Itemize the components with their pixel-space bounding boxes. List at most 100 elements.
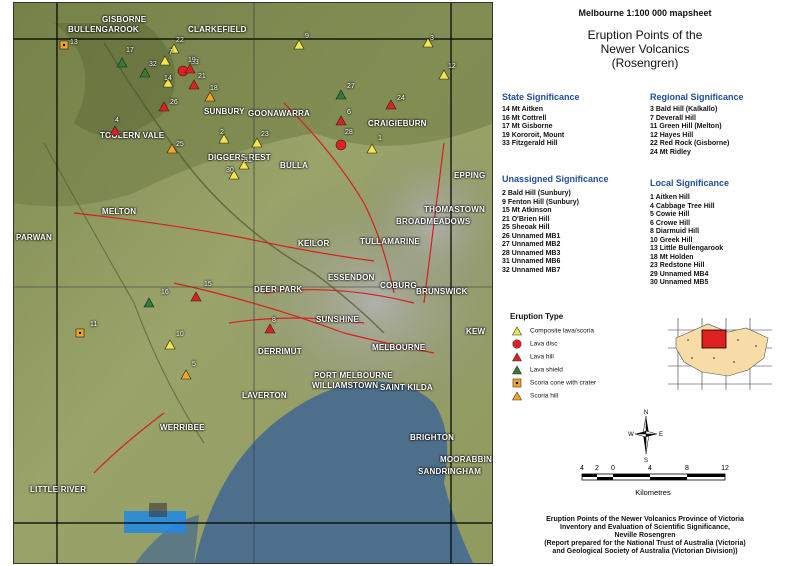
significance-entry: 6 Crowe Hill	[650, 219, 691, 227]
significance-entry: 9 Fenton Hill (Sunbury)	[502, 198, 579, 206]
eruption-point-marker[interactable]	[293, 39, 305, 50]
significance-entry: 3 Bald Hill (Kalkallo)	[650, 106, 718, 113]
eruption-point-number: 12	[448, 63, 456, 70]
triangle-symbol-icon	[511, 352, 523, 362]
legend-label: Scoria cone with crater	[530, 379, 597, 387]
eruption-point-number: 30	[226, 167, 234, 174]
significance-entry: 25 Sheoak Hill	[502, 224, 550, 231]
scale-tick-label: 12	[721, 465, 729, 472]
significance-entry: 29 Unnamed MB4	[650, 270, 709, 278]
eruption-point-marker[interactable]	[59, 40, 69, 50]
eruption-points-layer	[59, 37, 450, 380]
eruption-point-number: 2	[220, 129, 224, 136]
eruption-point-number: 25	[176, 141, 184, 148]
legend-label: Lava hill	[530, 353, 554, 361]
eruption-point-number: 6	[347, 109, 351, 116]
triangle-symbol-icon	[511, 326, 523, 336]
significance-entry: 5 Cowie Hill	[650, 211, 690, 218]
state-significance-heading: State Significance	[502, 92, 580, 102]
eruption-point-marker[interactable]	[204, 91, 216, 102]
significance-entry: 15 Mt Atkinson	[502, 207, 552, 214]
eruption-point-number: 3	[430, 35, 434, 42]
eruption-point-marker[interactable]	[164, 339, 176, 350]
eruption-point-marker[interactable]	[385, 99, 397, 110]
eruption-point-marker[interactable]	[159, 55, 171, 66]
significance-entry: 21 O'Brien Hill	[502, 215, 550, 223]
unassigned-significance-heading: Unassigned Significance	[502, 174, 609, 184]
map-panel[interactable]: GISBORNE BULLENGAROOK CLARKEFIELD SUNBUR…	[13, 2, 493, 564]
north-arrow-icon: N S W E	[628, 410, 663, 463]
scale-bar: 4 2 0 4 8 12 Kilometres	[580, 465, 729, 497]
eruption-point-marker[interactable]	[335, 115, 347, 126]
significance-entry: 32 Unnamed MB7	[502, 266, 561, 274]
scale-tick-label: 0	[611, 465, 615, 472]
significance-entry: 27 Unnamed MB2	[502, 241, 561, 248]
eruption-point-number: 8	[272, 317, 276, 324]
scale-tick-label: 8	[685, 465, 689, 472]
eruption-point-marker[interactable]	[109, 125, 121, 136]
eruption-point-marker[interactable]	[188, 79, 200, 90]
eruption-point-number: 5	[192, 361, 196, 368]
legend-label: Lava disc	[530, 340, 558, 348]
significance-entry: 23 Redstone Hill	[650, 262, 705, 269]
eruption-point-number: 15	[204, 281, 212, 288]
svg-text:W: W	[628, 432, 634, 438]
scale-unit: Kilometres	[635, 488, 671, 497]
eruption-point-number: 11	[90, 321, 98, 328]
local-significance-list: 1 Aitken Hill 4 Cabbage Tree Hill 5 Cowie …	[650, 194, 723, 288]
eruption-point-number: 14	[164, 75, 172, 82]
svg-text:E: E	[659, 432, 663, 438]
eruption-point-marker[interactable]	[139, 67, 151, 78]
legend-title: Eruption Type	[510, 312, 564, 321]
circle-symbol-icon	[512, 339, 522, 349]
legend-item: Lava disc	[512, 339, 557, 349]
square-dot-symbol-icon	[512, 378, 522, 388]
location-inset-map	[668, 318, 772, 390]
eruption-point-number: 26	[170, 99, 178, 106]
legend-item: Composite lava/scoria	[511, 326, 594, 336]
eruption-point-marker[interactable]	[190, 291, 202, 302]
eruption-point-marker[interactable]	[335, 139, 347, 151]
local-significance-heading: Local Significance	[650, 178, 730, 188]
eruption-point-number: 19	[188, 57, 196, 64]
significance-entry: 10 Greek Hill	[650, 236, 693, 244]
unassigned-significance-list: 2 Bald Hill (Sunbury) 9 Fenton Hill (Sunb…	[502, 190, 579, 275]
significance-entry: 18 Mt Holden	[650, 253, 694, 261]
map-title: Eruption Points of the Newer Volcanics (…	[587, 28, 703, 70]
legend-item: Scoria cone with crater	[512, 378, 596, 388]
eruption-point-number: 9	[305, 33, 309, 40]
significance-entry: 24 Mt Ridley	[650, 148, 691, 156]
eruption-point-marker[interactable]	[335, 89, 347, 100]
significance-entry: 26 Unnamed MB1	[502, 232, 561, 240]
eruption-point-number: 21	[198, 73, 206, 80]
legend-label: Lava shield	[530, 366, 563, 374]
scale-tick-label: 2	[595, 465, 599, 472]
significance-entry: 7 Deverall Hill	[650, 114, 696, 122]
significance-entry: 2 Bald Hill (Sunbury)	[502, 190, 571, 197]
eruption-point-number: 27	[347, 83, 355, 90]
regional-significance-list: 3 Bald Hill (Kalkallo) 7 Deverall Hill 11 …	[650, 106, 729, 157]
eruption-point-number: 32	[149, 61, 157, 68]
legend-item: Scoria hill	[511, 391, 558, 401]
significance-entry: 13 Little Bullengarook	[650, 245, 724, 252]
eruption-point-marker[interactable]	[143, 297, 155, 308]
eruption-point-marker[interactable]	[116, 57, 128, 68]
eruption-point-marker[interactable]	[438, 69, 450, 80]
eruption-point-marker[interactable]	[75, 328, 85, 338]
significance-entry: 1 Aitken Hill	[650, 194, 690, 201]
eruption-point-number: 7	[169, 49, 173, 56]
legend-label: Composite lava/scoria	[530, 327, 594, 335]
eruption-point-number: 17	[126, 47, 134, 54]
eruption-point-number: 18	[210, 85, 218, 92]
eruption-point-number: 24	[397, 95, 405, 102]
eruption-point-marker[interactable]	[366, 143, 378, 154]
scale-tick-label: 4	[648, 465, 652, 472]
significance-entry: 31 Unnamed MB6	[502, 258, 561, 265]
svg-text:N: N	[644, 410, 648, 416]
legend-item: Lava hill	[511, 352, 554, 362]
map-credit: Eruption Points of the Newer Volcanics P…	[544, 516, 746, 555]
eruption-point-marker[interactable]	[158, 101, 170, 112]
eruption-point-marker[interactable]	[180, 369, 192, 380]
eruption-point-marker[interactable]	[264, 323, 276, 334]
eruption-point-marker[interactable]	[251, 137, 263, 148]
